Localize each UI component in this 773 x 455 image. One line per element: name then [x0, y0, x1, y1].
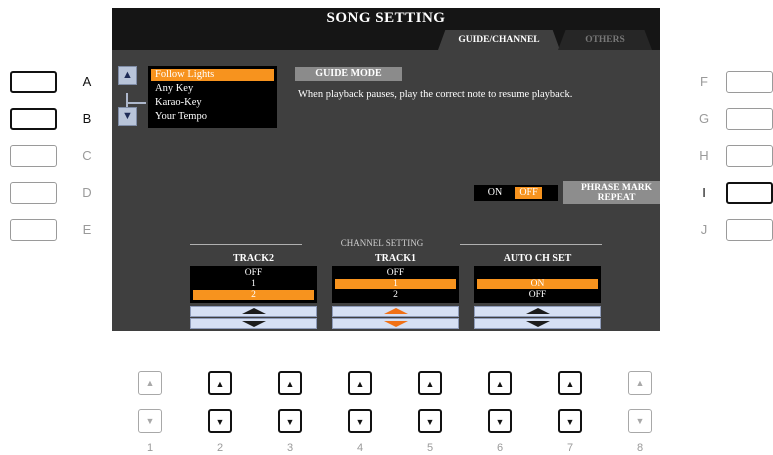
button-number-3: 3 — [286, 442, 294, 454]
up-button-4[interactable]: ▲ — [348, 371, 372, 395]
track2-up-button[interactable] — [190, 306, 317, 317]
track2-down-button[interactable] — [190, 318, 317, 329]
phrase-mark-label: PHRASE MARK — [581, 183, 652, 193]
up-button-5[interactable]: ▲ — [418, 371, 442, 395]
list-up-button[interactable]: ▲ — [118, 66, 137, 85]
title-bar: SONG SETTING GUIDE/CHANNEL OTHERS — [112, 8, 660, 50]
channel-setting-label: CHANNEL SETTING — [340, 238, 424, 248]
button-number-6: 6 — [496, 442, 504, 454]
track1-option-1[interactable]: 1 — [335, 279, 456, 289]
track2-option-1[interactable]: 1 — [193, 279, 314, 289]
track1-list: OFF 1 2 — [332, 266, 459, 303]
track1-header: TRACK1 — [374, 253, 417, 264]
side-button-j[interactable] — [726, 219, 773, 241]
side-button-h[interactable] — [726, 145, 773, 167]
toggle-on-label: ON — [487, 187, 503, 198]
side-label-d: D — [82, 185, 92, 200]
down-button-8[interactable]: ▼ — [628, 409, 652, 433]
divider-left — [190, 244, 302, 245]
list-down-button[interactable]: ▼ — [118, 107, 137, 126]
side-label-j: J — [700, 222, 708, 237]
up-button-6[interactable]: ▲ — [488, 371, 512, 395]
side-button-c[interactable] — [10, 145, 57, 167]
up-button-7[interactable]: ▲ — [558, 371, 582, 395]
list-item-any-key[interactable]: Any Key — [151, 83, 274, 95]
side-button-f[interactable] — [726, 71, 773, 93]
down-button-7[interactable]: ▼ — [558, 409, 582, 433]
track2-option-2[interactable]: 2 — [193, 290, 314, 300]
chevron-up-icon — [383, 308, 408, 314]
side-label-e: E — [82, 222, 92, 237]
button-number-8: 8 — [636, 442, 644, 454]
side-button-i[interactable] — [726, 182, 773, 204]
track1-down-button[interactable] — [332, 318, 459, 329]
list-item-your-tempo[interactable]: Your Tempo — [151, 111, 274, 123]
track2-option-off[interactable]: OFF — [193, 268, 314, 278]
auto-ch-up-button[interactable] — [474, 306, 601, 317]
guide-mode-list: Follow Lights Any Key Karao-Key Your Tem… — [148, 66, 277, 128]
list-connector-h — [126, 102, 146, 104]
side-button-e[interactable] — [10, 219, 57, 241]
button-number-5: 5 — [426, 442, 434, 454]
lcd-screen: SONG SETTING GUIDE/CHANNEL OTHERS ▲ ▼ Fo… — [112, 8, 660, 331]
chevron-down-icon — [383, 321, 408, 327]
auto-ch-option-on[interactable]: ON — [477, 279, 598, 289]
side-label-a: A — [82, 74, 92, 89]
down-button-2[interactable]: ▼ — [208, 409, 232, 433]
side-button-b[interactable] — [10, 108, 57, 130]
auto-ch-set-list: ON OFF — [474, 266, 601, 303]
track2-list: OFF 1 2 — [190, 266, 317, 303]
button-number-1: 1 — [146, 442, 154, 454]
side-button-a[interactable] — [10, 71, 57, 93]
up-button-2[interactable]: ▲ — [208, 371, 232, 395]
track1-up-button[interactable] — [332, 306, 459, 317]
button-number-2: 2 — [216, 442, 224, 454]
auto-ch-down-button[interactable] — [474, 318, 601, 329]
down-button-4[interactable]: ▼ — [348, 409, 372, 433]
up-button-3[interactable]: ▲ — [278, 371, 302, 395]
track1-option-off[interactable]: OFF — [335, 268, 456, 278]
tab-guide-channel[interactable]: GUIDE/CHANNEL — [438, 30, 560, 50]
down-button-3[interactable]: ▼ — [278, 409, 302, 433]
track1-option-2[interactable]: 2 — [335, 290, 456, 300]
side-button-d[interactable] — [10, 182, 57, 204]
chevron-down-icon — [525, 321, 550, 327]
side-label-h: H — [699, 148, 709, 163]
down-button-6[interactable]: ▼ — [488, 409, 512, 433]
chevron-up-icon — [525, 308, 550, 314]
button-number-4: 4 — [356, 442, 364, 454]
toggle-off-label: OFF — [515, 187, 542, 199]
down-button-5[interactable]: ▼ — [418, 409, 442, 433]
side-label-c: C — [82, 148, 92, 163]
chevron-up-icon — [241, 308, 266, 314]
side-label-i: I — [702, 185, 706, 200]
list-item-karao-key[interactable]: Karao-Key — [151, 97, 274, 109]
guide-mode-label: GUIDE MODE — [295, 67, 402, 81]
side-button-g[interactable] — [726, 108, 773, 130]
button-number-7: 7 — [566, 442, 574, 454]
track2-header: TRACK2 — [232, 253, 275, 264]
repeat-label: REPEAT — [597, 193, 636, 203]
side-label-b: B — [82, 111, 92, 126]
side-label-g: G — [698, 111, 710, 126]
list-item-follow-lights[interactable]: Follow Lights — [151, 69, 274, 81]
guide-mode-description: When playback pauses, play the correct n… — [298, 89, 573, 100]
auto-ch-option-off[interactable]: OFF — [477, 290, 598, 300]
side-label-f: F — [700, 74, 708, 89]
page-title: SONG SETTING — [326, 10, 446, 26]
phrase-mark-repeat-button[interactable]: PHRASE MARK REPEAT — [563, 181, 660, 204]
tab-others[interactable]: OTHERS — [558, 30, 652, 50]
up-button-8[interactable]: ▲ — [628, 371, 652, 395]
chevron-down-icon — [241, 321, 266, 327]
phrase-mark-toggle[interactable]: ON OFF — [474, 185, 558, 201]
divider-right — [460, 244, 602, 245]
down-button-1[interactable]: ▼ — [138, 409, 162, 433]
up-button-1[interactable]: ▲ — [138, 371, 162, 395]
auto-ch-set-header: AUTO CH SET — [503, 253, 572, 264]
